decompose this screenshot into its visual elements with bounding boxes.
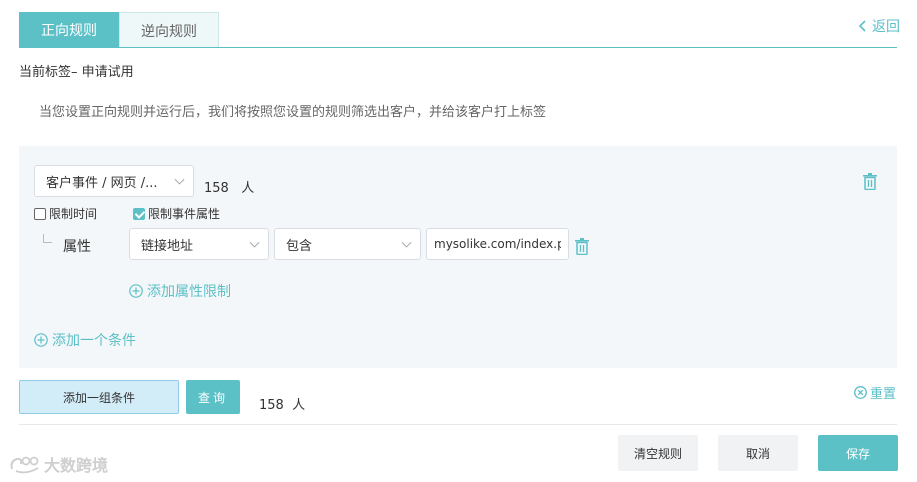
operator-value: 包含 [286, 238, 313, 254]
result-count: 158 人 [259, 398, 306, 413]
trash-icon[interactable] [574, 238, 590, 255]
attribute-label: 属性 [63, 239, 91, 255]
limit-attr-label: 限制事件属性 [148, 207, 221, 221]
add-condition-link[interactable]: 添加一个条件 [34, 330, 136, 350]
limit-time-label: 限制时间 [49, 207, 98, 221]
operator-select[interactable]: 包含 [274, 228, 421, 260]
rule-description: 当您设置正向规则并运行后，我们将按照您设置的规则筛选出客户，并给该客户打上标签 [39, 105, 547, 120]
add-attribute-limit-link[interactable]: 添加属性限制 [129, 281, 231, 301]
current-tag-label: 当前标签– 申请试用 [19, 65, 134, 80]
logo-icon [10, 456, 39, 474]
add-condition-group-button[interactable]: 添加一组条件 [19, 380, 179, 414]
footer-divider [19, 424, 897, 425]
tree-connector-icon [43, 234, 52, 243]
reset-label: 重置 [870, 387, 897, 402]
chevron-down-icon [401, 237, 412, 248]
limit-time-checkbox[interactable]: 限制时间 [34, 205, 97, 222]
event-select-value: 客户事件 / 网页 /... [46, 175, 158, 191]
plus-circle-icon [34, 333, 48, 347]
cancel-button[interactable]: 取消 [718, 435, 798, 471]
checkbox-icon [34, 207, 46, 220]
chevron-left-icon [858, 20, 866, 32]
plus-circle-icon [129, 284, 143, 298]
query-button[interactable]: 查询 [186, 380, 240, 414]
attribute-field-select[interactable]: 链接地址 [129, 228, 269, 260]
add-attribute-label: 添加属性限制 [147, 284, 231, 300]
reset-link[interactable]: 重置 [854, 383, 896, 402]
chevron-down-icon [174, 174, 185, 185]
tab-forward-rule[interactable]: 正向规则 [19, 12, 119, 48]
add-condition-label: 添加一个条件 [52, 333, 136, 349]
checkbox-checked-icon [133, 207, 145, 220]
event-count: 158 人 [204, 181, 255, 196]
back-label: 返回 [872, 19, 900, 35]
watermark: 大数跨境 [8, 452, 108, 476]
clear-rules-button[interactable]: 清空规则 [618, 435, 698, 471]
event-select[interactable]: 客户事件 / 网页 /... [34, 165, 194, 197]
back-link[interactable]: 返回 [856, 16, 900, 36]
tab-underline [19, 47, 897, 48]
chevron-down-icon [249, 237, 260, 248]
watermark-text: 大数跨境 [44, 456, 109, 475]
attribute-field-value: 链接地址 [141, 238, 194, 254]
trash-icon[interactable] [862, 173, 878, 190]
tab-reverse-rule[interactable]: 逆向规则 [119, 12, 219, 48]
close-circle-icon [854, 386, 867, 399]
attribute-value-input[interactable] [426, 228, 569, 260]
limit-attr-checkbox[interactable]: 限制事件属性 [133, 205, 220, 222]
save-button[interactable]: 保存 [818, 435, 898, 471]
